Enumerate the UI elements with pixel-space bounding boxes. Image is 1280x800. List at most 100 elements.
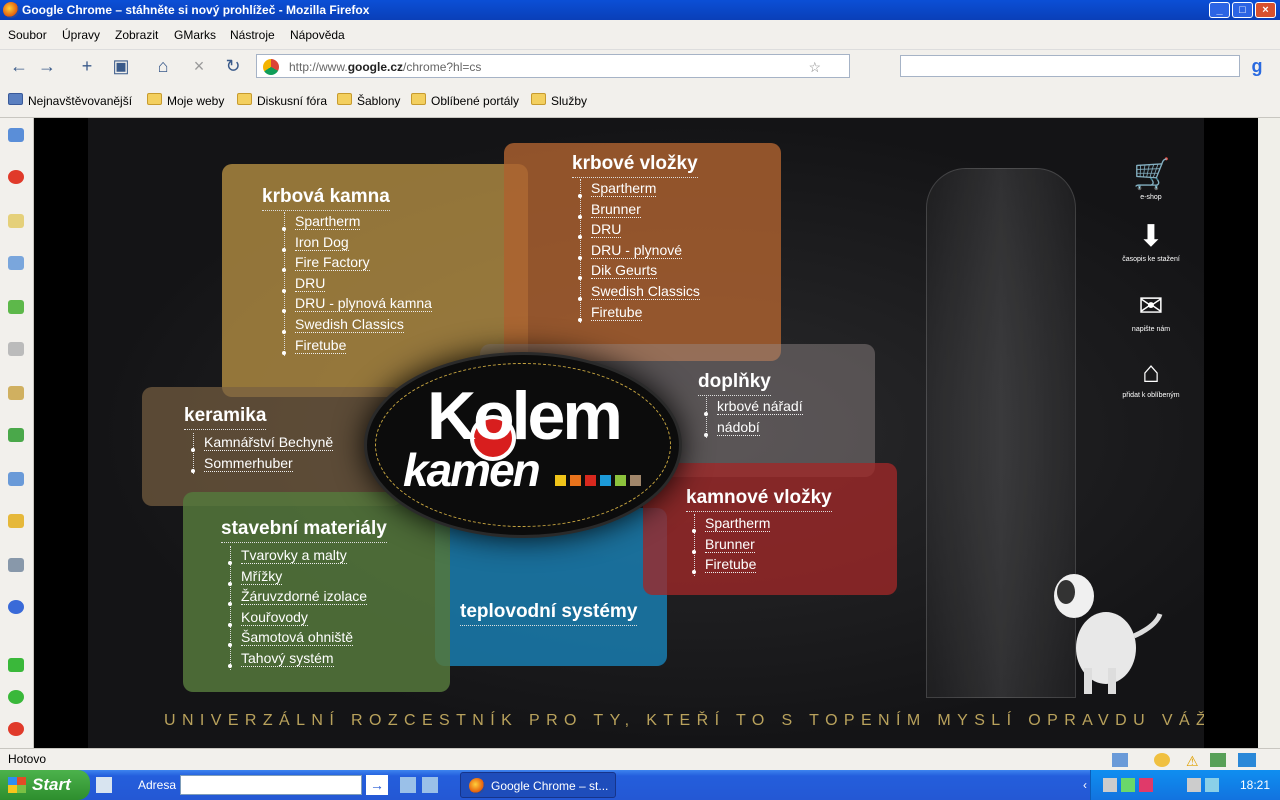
list-item[interactable]: Šamotová ohniště (227, 628, 367, 649)
bookmark-sablony[interactable]: Šablony (337, 93, 400, 108)
menu-gmarks[interactable]: GMarks (174, 28, 216, 42)
minimize-button[interactable]: _ (1209, 2, 1230, 18)
tray-icon[interactable] (1121, 778, 1135, 792)
search-input[interactable] (900, 55, 1240, 77)
list-item[interactable]: DRU (578, 220, 700, 241)
kolem-kamen-logo[interactable]: Kolem kamen (364, 352, 682, 538)
menu-nastroje[interactable]: Nástroje (230, 28, 275, 42)
vertical-scrollbar[interactable] (1258, 118, 1280, 748)
list-item[interactable]: DRU (282, 274, 432, 295)
edit-icon[interactable] (8, 472, 24, 486)
panel-title[interactable]: teplovodní systémy (460, 601, 638, 626)
list-item[interactable]: Mřížky (227, 567, 367, 588)
alert-icon[interactable] (8, 722, 24, 736)
menu-napoveda[interactable]: Nápověda (290, 28, 345, 42)
panel-title[interactable]: kamnové vložky (686, 487, 832, 512)
panel-kamnove-vlozky[interactable]: kamnové vložky Spartherm Brunner Firetub… (643, 463, 897, 595)
warning-icon[interactable]: ⚠ (1186, 751, 1199, 771)
panel-title[interactable]: krbové vložky (572, 153, 698, 178)
list-item[interactable]: Dik Geurts (578, 261, 700, 282)
panel-keramika[interactable]: keramika Kamnářství Bechyně Sommerhuber (142, 387, 402, 506)
show-desktop-icon[interactable] (422, 777, 438, 793)
list-item[interactable]: Firetube (691, 555, 770, 576)
panel-krbove-vlozky[interactable]: krbové vložky Spartherm Brunner DRU DRU … (504, 143, 781, 361)
panel-title[interactable]: stavební materiály (221, 518, 387, 543)
magazine-download-link[interactable]: ⬇ časopis ke stažení (1116, 220, 1186, 263)
reload-button[interactable]: ↻ (220, 55, 246, 79)
image-icon[interactable] (8, 300, 24, 314)
list-item[interactable]: Firetube (578, 303, 700, 324)
smiley-icon[interactable] (1154, 753, 1170, 767)
panel-title[interactable]: doplňky (698, 371, 771, 396)
list-item[interactable]: Žáruvzdorné izolace (227, 587, 368, 608)
tab-overview-button[interactable]: ▣ (108, 55, 134, 79)
list-item[interactable]: Sommerhuber (190, 454, 333, 475)
list-item[interactable]: Fire Factory (282, 253, 432, 274)
tray-expand-icon[interactable]: ‹ (1083, 770, 1087, 800)
list-item[interactable]: Kouřovody (227, 608, 367, 629)
list-item[interactable]: DRU - plynová kamna (282, 294, 432, 315)
list-item[interactable]: nádobí (704, 418, 803, 439)
bookmark-moje-weby[interactable]: Moje weby (147, 93, 224, 108)
url-text[interactable]: http://www.google.cz/chrome?hl=cs (289, 60, 481, 74)
bookmark-star-icon[interactable]: ☆ (808, 59, 821, 76)
note-icon[interactable] (8, 214, 24, 228)
menu-zobrazit[interactable]: Zobrazit (115, 28, 158, 42)
list-item[interactable]: Firetube (282, 336, 432, 357)
home-button[interactable]: ⌂ (150, 55, 176, 79)
sync-icon[interactable] (1210, 753, 1226, 767)
stop-button[interactable]: × (186, 55, 212, 79)
resize-icon[interactable] (8, 428, 24, 442)
check-circle-icon[interactable] (8, 690, 24, 704)
list-item[interactable]: Tvarovky a malty (227, 546, 367, 567)
go-arrow-icon[interactable]: → (366, 775, 388, 795)
tray-icon[interactable] (1103, 778, 1117, 792)
taskbar-task-firefox[interactable]: Google Chrome – st... (460, 772, 616, 798)
bookmark-diskusni-fora[interactable]: Diskusní fóra (237, 93, 327, 108)
maximize-button[interactable]: □ (1232, 2, 1253, 18)
quicklaunch-icon[interactable] (96, 777, 112, 793)
speaker-icon[interactable] (1205, 778, 1219, 792)
forward-button[interactable]: → (34, 55, 60, 79)
add-favorites-link[interactable]: ⌂ přidat k oblíbeným (1116, 356, 1186, 399)
new-tab-button[interactable]: + (74, 55, 100, 79)
taskbar-address-input[interactable] (180, 775, 362, 795)
user-icon[interactable] (8, 128, 24, 142)
start-button[interactable]: Start (0, 770, 90, 800)
google-search-icon[interactable]: g (1244, 55, 1270, 79)
eshop-link[interactable]: 🛒 e-shop (1116, 158, 1186, 201)
key-icon[interactable] (8, 514, 24, 528)
list-item[interactable]: Kamnářství Bechyně (190, 433, 334, 454)
list-item[interactable]: Tahový systém (227, 649, 367, 670)
block-icon[interactable] (8, 170, 24, 184)
list-item[interactable]: Iron Dog (282, 233, 432, 254)
list-item[interactable]: Brunner (578, 200, 700, 221)
close-button[interactable]: × (1255, 2, 1276, 18)
bookmark-sluzby[interactable]: Služby (531, 93, 587, 108)
list-item[interactable]: Swedish Classics (578, 282, 700, 303)
list-item[interactable]: DRU - plynové (578, 241, 700, 262)
wrench-icon[interactable] (8, 558, 24, 572)
panel-title[interactable]: krbová kamna (262, 186, 390, 211)
menu-upravy[interactable]: Úpravy (62, 28, 100, 42)
check-icon[interactable] (8, 658, 24, 672)
list-item[interactable]: Brunner (691, 535, 770, 556)
list-item[interactable]: Spartherm (578, 179, 700, 200)
contact-link[interactable]: ✉ napište nám (1116, 290, 1186, 333)
url-bar[interactable]: http://www.google.cz/chrome?hl=cs ☆ (256, 54, 850, 78)
addon-status-icon[interactable] (1112, 753, 1128, 767)
box-icon[interactable] (8, 342, 24, 356)
list-item[interactable]: Spartherm (282, 212, 432, 233)
pen-icon[interactable] (8, 386, 24, 400)
info-icon[interactable] (8, 600, 24, 614)
network-icon[interactable] (1238, 753, 1256, 767)
tray-icon[interactable] (1139, 778, 1153, 792)
menu-soubor[interactable]: Soubor (8, 28, 47, 42)
panel-stavebni-materialy[interactable]: stavební materiály Tvarovky a malty Mříž… (183, 492, 450, 692)
bookmark-oblibene-portaly[interactable]: Oblíbené portály (411, 93, 519, 108)
bookmark-most-visited[interactable]: Nejnavštěvovanější (8, 93, 132, 108)
list-item[interactable]: Spartherm (691, 514, 771, 535)
back-button[interactable]: ← (6, 55, 32, 79)
window-icon[interactable] (8, 256, 24, 270)
quicklaunch-icon[interactable] (400, 777, 416, 793)
